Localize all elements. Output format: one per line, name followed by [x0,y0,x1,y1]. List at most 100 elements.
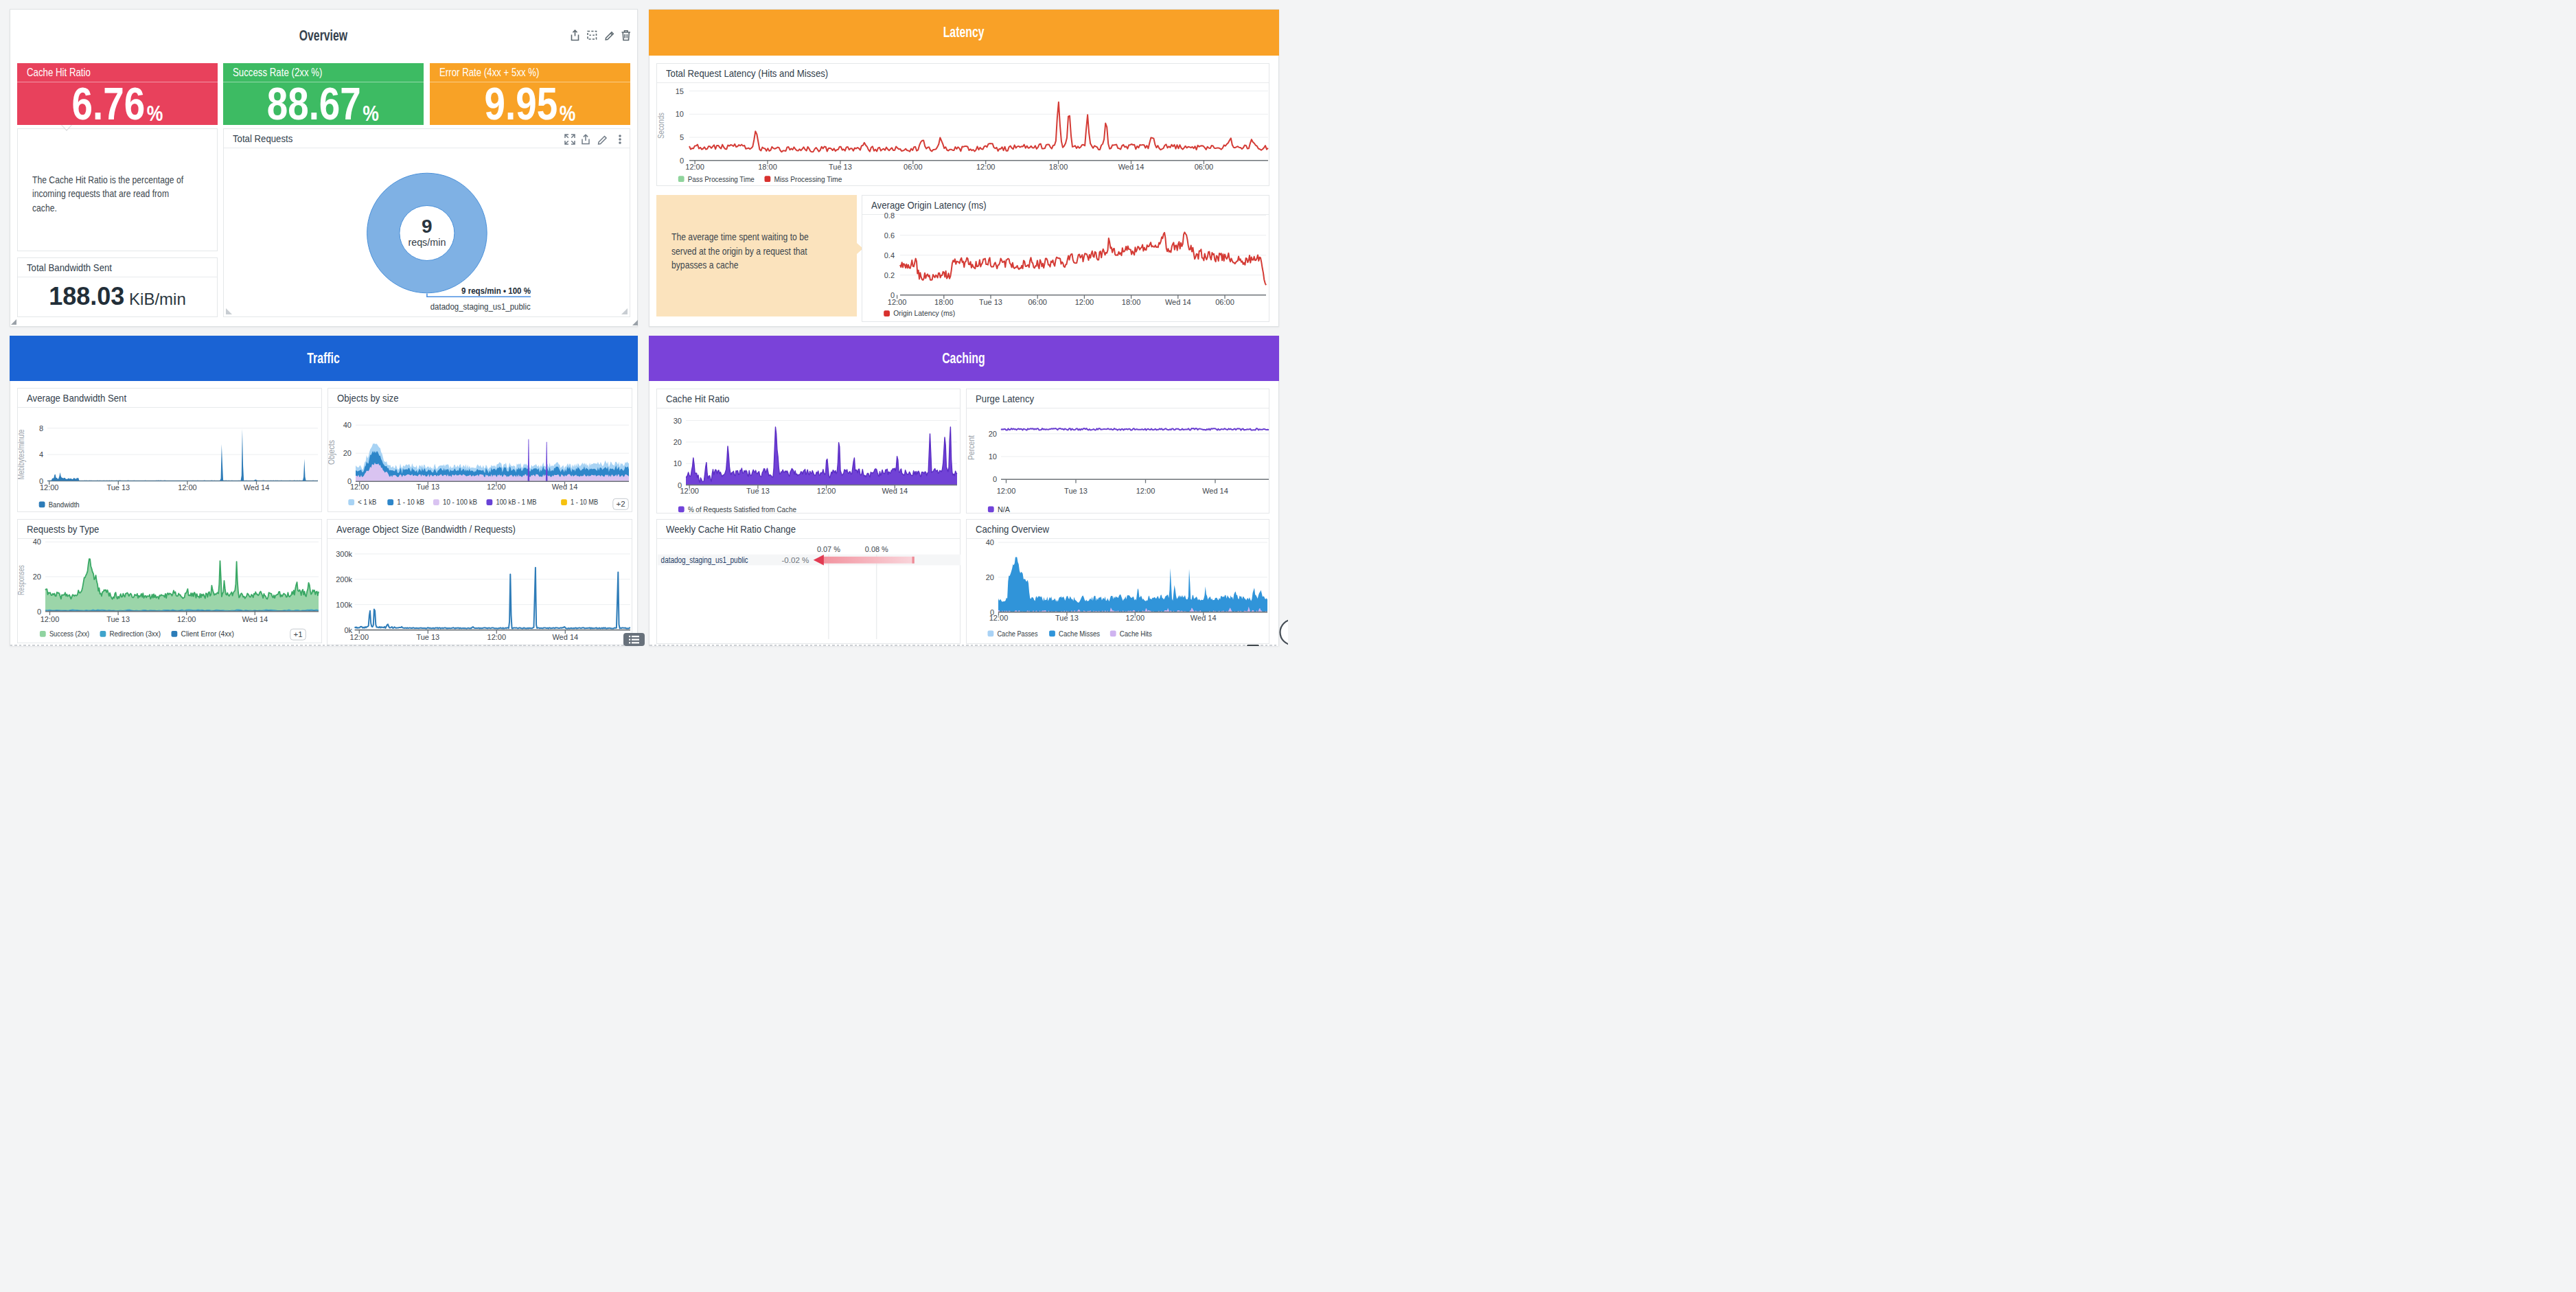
svg-text:12:00: 12:00 [349,633,369,641]
svg-text:18:00: 18:00 [1048,163,1068,171]
svg-text:+1: +1 [293,630,302,638]
svg-text:Cache Passes: Cache Passes [997,630,1037,638]
svg-text:Cache Misses: Cache Misses [1059,630,1100,638]
svg-text:Wed 14: Wed 14 [243,483,269,492]
svg-text:Success (2xx): Success (2xx) [49,630,89,638]
svg-text:40: 40 [985,538,993,546]
svg-text:12:00: 12:00 [1125,614,1145,622]
svg-text:20: 20 [343,449,351,457]
svg-text:100 kB - 1 MB: 100 kB - 1 MB [496,498,536,507]
svg-text:0: 0 [992,476,996,484]
svg-text:Wed 14: Wed 14 [1190,614,1216,622]
svg-text:Bandwidth: Bandwidth [48,500,79,509]
svg-text:0: 0 [679,156,683,164]
svg-text:Wed 14: Wed 14 [1118,163,1144,171]
svg-text:0.4: 0.4 [884,251,895,259]
svg-text:Tue 13: Tue 13 [979,298,1002,306]
svg-text:06:00: 06:00 [1216,298,1235,306]
svg-text:Wed 14: Wed 14 [551,483,577,491]
svg-text:Origin Latency (ms): Origin Latency (ms) [893,309,955,317]
svg-text:06:00: 06:00 [1028,298,1048,306]
svg-text:18:00: 18:00 [934,298,954,306]
svg-text:datadog_staging_us1_public: datadog_staging_us1_public [430,301,531,311]
svg-text:Client Error (4xx): Client Error (4xx) [181,630,234,638]
svg-text:20: 20 [988,430,996,438]
svg-text:12:00: 12:00 [178,483,197,492]
svg-text:Tue 13: Tue 13 [1064,487,1088,496]
svg-text:0.08 %: 0.08 % [864,545,888,553]
svg-text:8: 8 [39,424,43,432]
svg-text:30: 30 [673,417,681,425]
svg-text:Responses: Responses [18,565,26,595]
svg-text:4: 4 [39,450,43,459]
svg-text:N/A: N/A [997,505,1009,514]
svg-text:9: 9 [422,216,433,237]
svg-text:20: 20 [673,438,681,446]
svg-text:Objects: Objects [328,440,336,465]
svg-text:300k: 300k [336,550,352,558]
svg-text:20: 20 [32,573,41,581]
svg-text:< 1 kB: < 1 kB [358,498,376,507]
svg-text:1 - 10 kB: 1 - 10 kB [397,498,424,507]
svg-text:12:00: 12:00 [1136,487,1155,496]
svg-text:06:00: 06:00 [1194,163,1213,171]
svg-text:100k: 100k [336,601,352,609]
svg-text:12:00: 12:00 [996,487,1015,496]
svg-text:0.6: 0.6 [884,231,895,240]
svg-text:10: 10 [675,110,683,118]
svg-text:12:00: 12:00 [989,614,1008,622]
svg-text:20: 20 [985,573,993,581]
svg-text:Tue 13: Tue 13 [1055,614,1078,622]
svg-text:+2: +2 [616,500,625,508]
svg-text:Mebibytes/minute: Mebibytes/minute [18,430,26,480]
svg-text:% of Requests Satisfied from C: % of Requests Satisfied from Cache [687,505,796,514]
svg-text:12:00: 12:00 [680,487,699,496]
svg-text:datadog_staging_us1_public: datadog_staging_us1_public [660,555,748,565]
svg-text:12:00: 12:00 [40,615,59,623]
svg-text:1 - 10 MB: 1 - 10 MB [571,498,598,507]
svg-text:Tue 13: Tue 13 [829,163,852,171]
svg-text:15: 15 [675,86,683,95]
svg-text:10: 10 [988,452,996,461]
svg-text:12:00: 12:00 [177,615,196,623]
svg-text:18:00: 18:00 [758,163,777,171]
svg-text:Tue 13: Tue 13 [106,483,130,492]
svg-text:200k: 200k [336,575,352,584]
svg-text:10 - 100 kB: 10 - 100 kB [443,498,477,507]
svg-text:12:00: 12:00 [888,298,907,306]
svg-text:12:00: 12:00 [350,483,369,491]
svg-text:Wed 14: Wed 14 [552,633,578,641]
svg-text:Pass Processing Time: Pass Processing Time [687,174,754,183]
svg-text:0.07 %: 0.07 % [816,545,840,553]
svg-text:Wed 14: Wed 14 [242,615,268,623]
svg-text:5: 5 [679,133,683,141]
svg-text:Cache Hits: Cache Hits [1119,630,1151,638]
svg-text:reqs/min: reqs/min [408,237,446,248]
svg-text:12:00: 12:00 [976,163,996,171]
svg-text:Tue 13: Tue 13 [106,615,130,623]
svg-text:12:00: 12:00 [1075,298,1094,306]
svg-text:12:00: 12:00 [685,163,704,171]
svg-text:12:00: 12:00 [487,483,506,491]
svg-text:Percent: Percent [967,435,976,461]
svg-text:40: 40 [343,421,351,429]
svg-text:12:00: 12:00 [816,487,836,496]
svg-text:9 reqs/min • 100 %: 9 reqs/min • 100 % [461,286,531,296]
svg-text:06:00: 06:00 [904,163,923,171]
svg-text:18:00: 18:00 [1122,298,1141,306]
svg-text:Tue 13: Tue 13 [416,483,439,491]
svg-text:Miss Processing Time: Miss Processing Time [774,174,842,183]
svg-text:40: 40 [32,538,41,546]
svg-text:0.8: 0.8 [884,211,895,220]
svg-text:12:00: 12:00 [40,483,59,492]
svg-text:Seconds: Seconds [657,113,666,139]
svg-text:Redirection (3xx): Redirection (3xx) [109,630,161,638]
svg-text:0: 0 [37,608,41,616]
svg-text:-0.02 %: -0.02 % [781,556,809,564]
svg-text:Wed 14: Wed 14 [1202,487,1228,496]
svg-text:0.2: 0.2 [884,271,895,279]
svg-text:Tue 13: Tue 13 [746,487,770,496]
svg-text:12:00: 12:00 [487,633,506,641]
svg-text:10: 10 [673,460,681,468]
svg-text:Wed 14: Wed 14 [882,487,908,496]
